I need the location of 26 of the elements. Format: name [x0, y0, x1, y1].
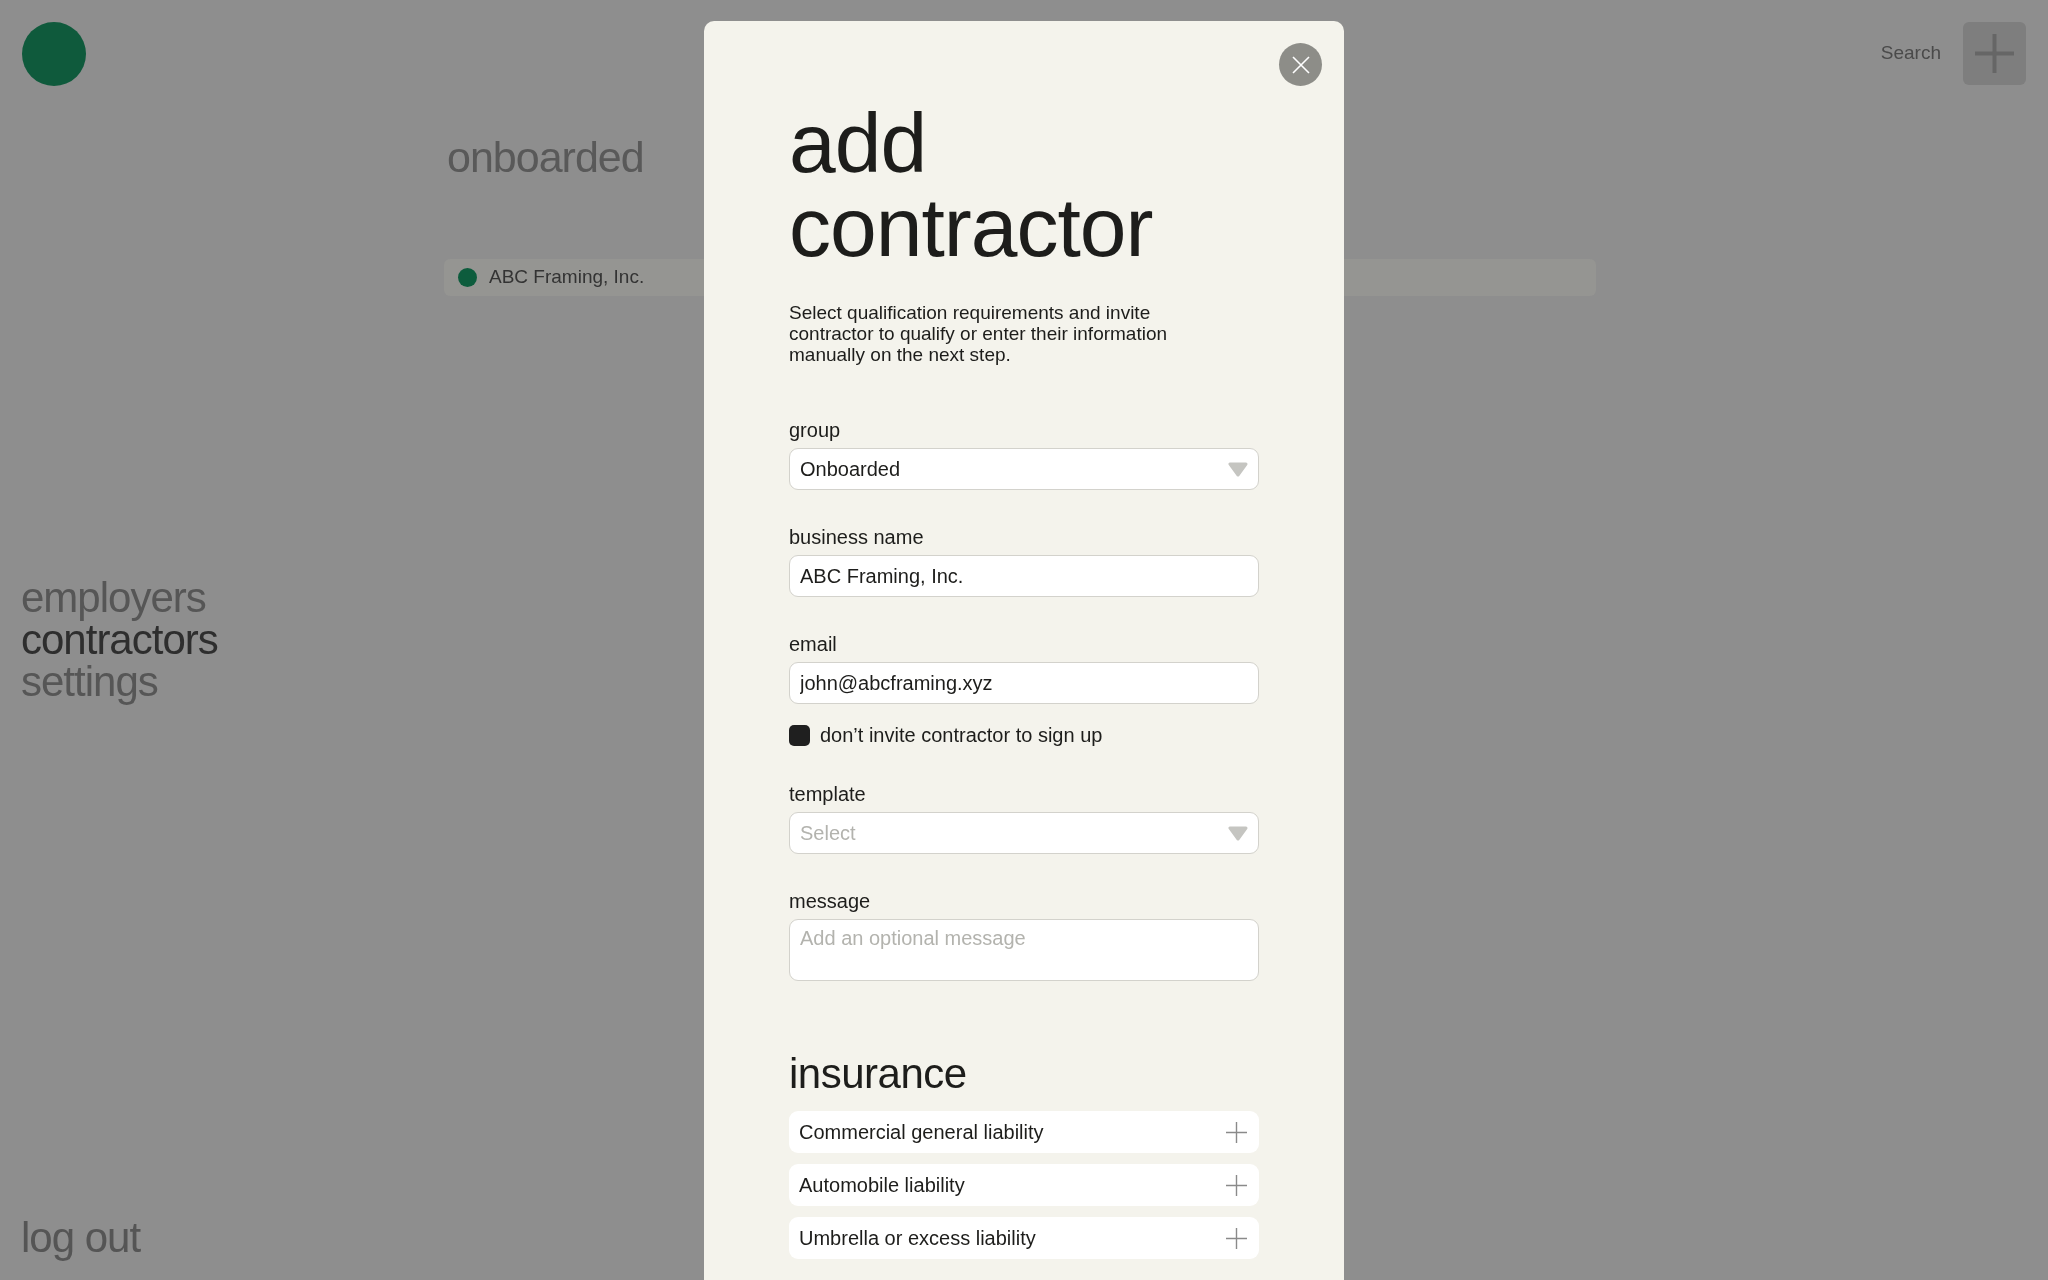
message-field[interactable]: Add an optional message	[789, 919, 1259, 981]
contractor-name: ABC Framing, Inc.	[489, 265, 645, 290]
text-field[interactable]: john@abcframing.xyz	[789, 662, 1259, 704]
checkbox-label: don’t invite contractor to sign up	[820, 723, 1103, 747]
plus-icon	[1226, 1227, 1247, 1249]
select-field[interactable]: Onboarded	[789, 448, 1259, 490]
plus-icon	[1226, 1121, 1247, 1143]
insurance-item[interactable]: Automobile liability	[789, 1164, 1259, 1206]
close-icon	[1291, 55, 1310, 74]
checkbox[interactable]	[789, 724, 810, 746]
insurance-item[interactable]: Commercial general liability	[789, 1111, 1259, 1153]
field-label: group	[789, 418, 841, 442]
field-label: message	[789, 889, 871, 913]
section-heading: insurance	[789, 1051, 967, 1097]
dialog-title: add contractor	[789, 101, 1154, 269]
field-label: business name	[789, 525, 924, 549]
caret-icon	[1228, 825, 1248, 841]
field-label: email	[789, 632, 837, 656]
dialog-description: Select qualification requirements and invite contractor to qualify or enter their information manually on the next step.	[789, 302, 1169, 365]
insurance-item[interactable]: Umbrella or excess liability	[789, 1217, 1259, 1259]
logo-icon[interactable]	[22, 22, 86, 86]
caret-icon	[1228, 461, 1248, 477]
plus-icon	[1226, 1174, 1247, 1196]
close-button[interactable]	[1279, 43, 1322, 86]
field-label: template	[789, 782, 866, 806]
text-field[interactable]: ABC Framing, Inc.	[789, 555, 1259, 597]
